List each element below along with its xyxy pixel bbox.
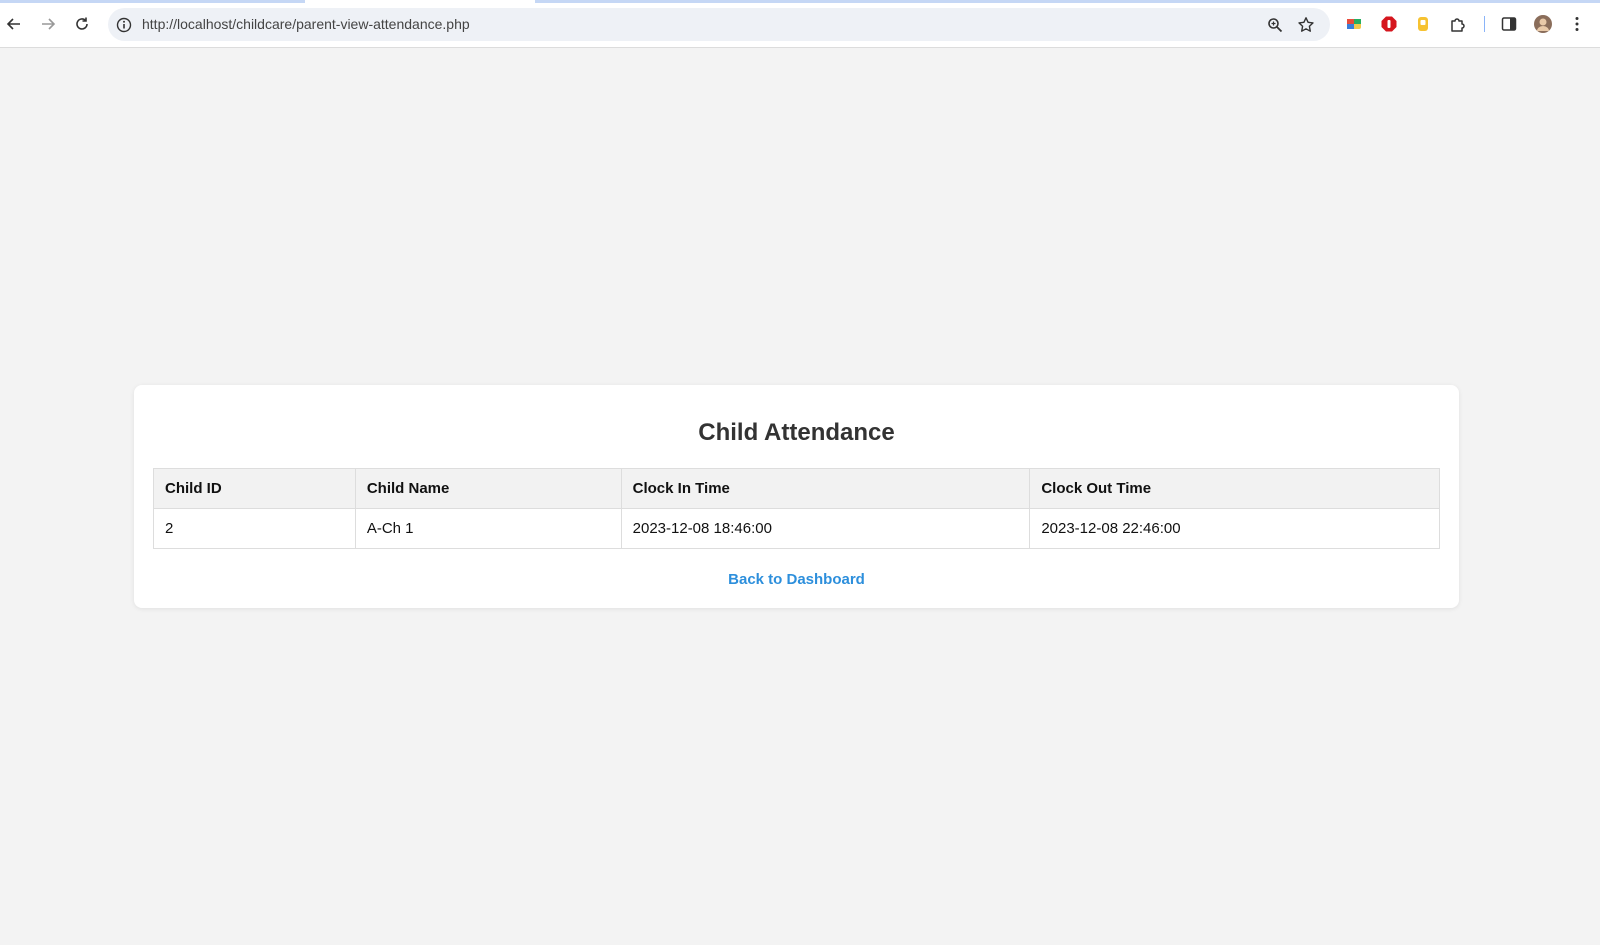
extensions-puzzle-icon[interactable] [1448,14,1468,34]
table-header-row: Child ID Child Name Clock In Time Clock … [153,468,1440,509]
back-button[interactable] [1,11,27,37]
adblock-extension-icon[interactable] [1379,14,1399,34]
forward-button[interactable] [35,11,61,37]
arrow-right-icon [42,18,56,30]
tab-strip-indicator [0,0,305,3]
site-info-icon[interactable] [115,16,133,34]
table-row: 2 A-Ch 1 2023-12-08 18:46:00 2023-12-08 … [153,508,1440,549]
page-title: Child Attendance [698,419,895,446]
column-header-clock-out: Clock Out Time [1029,468,1440,509]
cell-clock-out: 2023-12-08 22:46:00 [1029,508,1440,549]
cell-child-id: 2 [153,508,356,549]
cell-clock-in: 2023-12-08 18:46:00 [620,508,1031,549]
arrow-left-icon [6,18,20,30]
bookmark-star-icon[interactable] [1296,15,1316,35]
column-header-child-id: Child ID [153,468,356,509]
column-header-clock-in: Clock In Time [620,468,1031,509]
attendance-card: Child Attendance Child ID Child Name Clo… [134,385,1459,608]
back-to-dashboard-link[interactable]: Back to Dashboard [134,571,1459,588]
extension-yellow-icon[interactable] [1413,14,1433,34]
address-bar[interactable]: http://localhost/childcare/parent-view-a… [108,8,1330,41]
browser-menu-icon[interactable] [1567,14,1587,34]
zoom-icon[interactable] [1265,15,1285,35]
attendance-table: Child ID Child Name Clock In Time Clock … [153,468,1440,549]
extension-color-icon[interactable] [1344,14,1364,34]
reload-icon [76,17,88,30]
column-header-child-name: Child Name [354,468,622,509]
profile-avatar-icon[interactable] [1533,14,1553,34]
side-panel-icon[interactable] [1499,14,1519,34]
toolbar-separator [1484,16,1485,32]
cell-child-name: A-Ch 1 [354,508,622,549]
reload-button[interactable] [69,11,95,37]
browser-toolbar: http://localhost/childcare/parent-view-a… [0,0,1600,48]
url-text: http://localhost/childcare/parent-view-a… [142,16,470,32]
tab-strip-indicator [535,0,1600,3]
